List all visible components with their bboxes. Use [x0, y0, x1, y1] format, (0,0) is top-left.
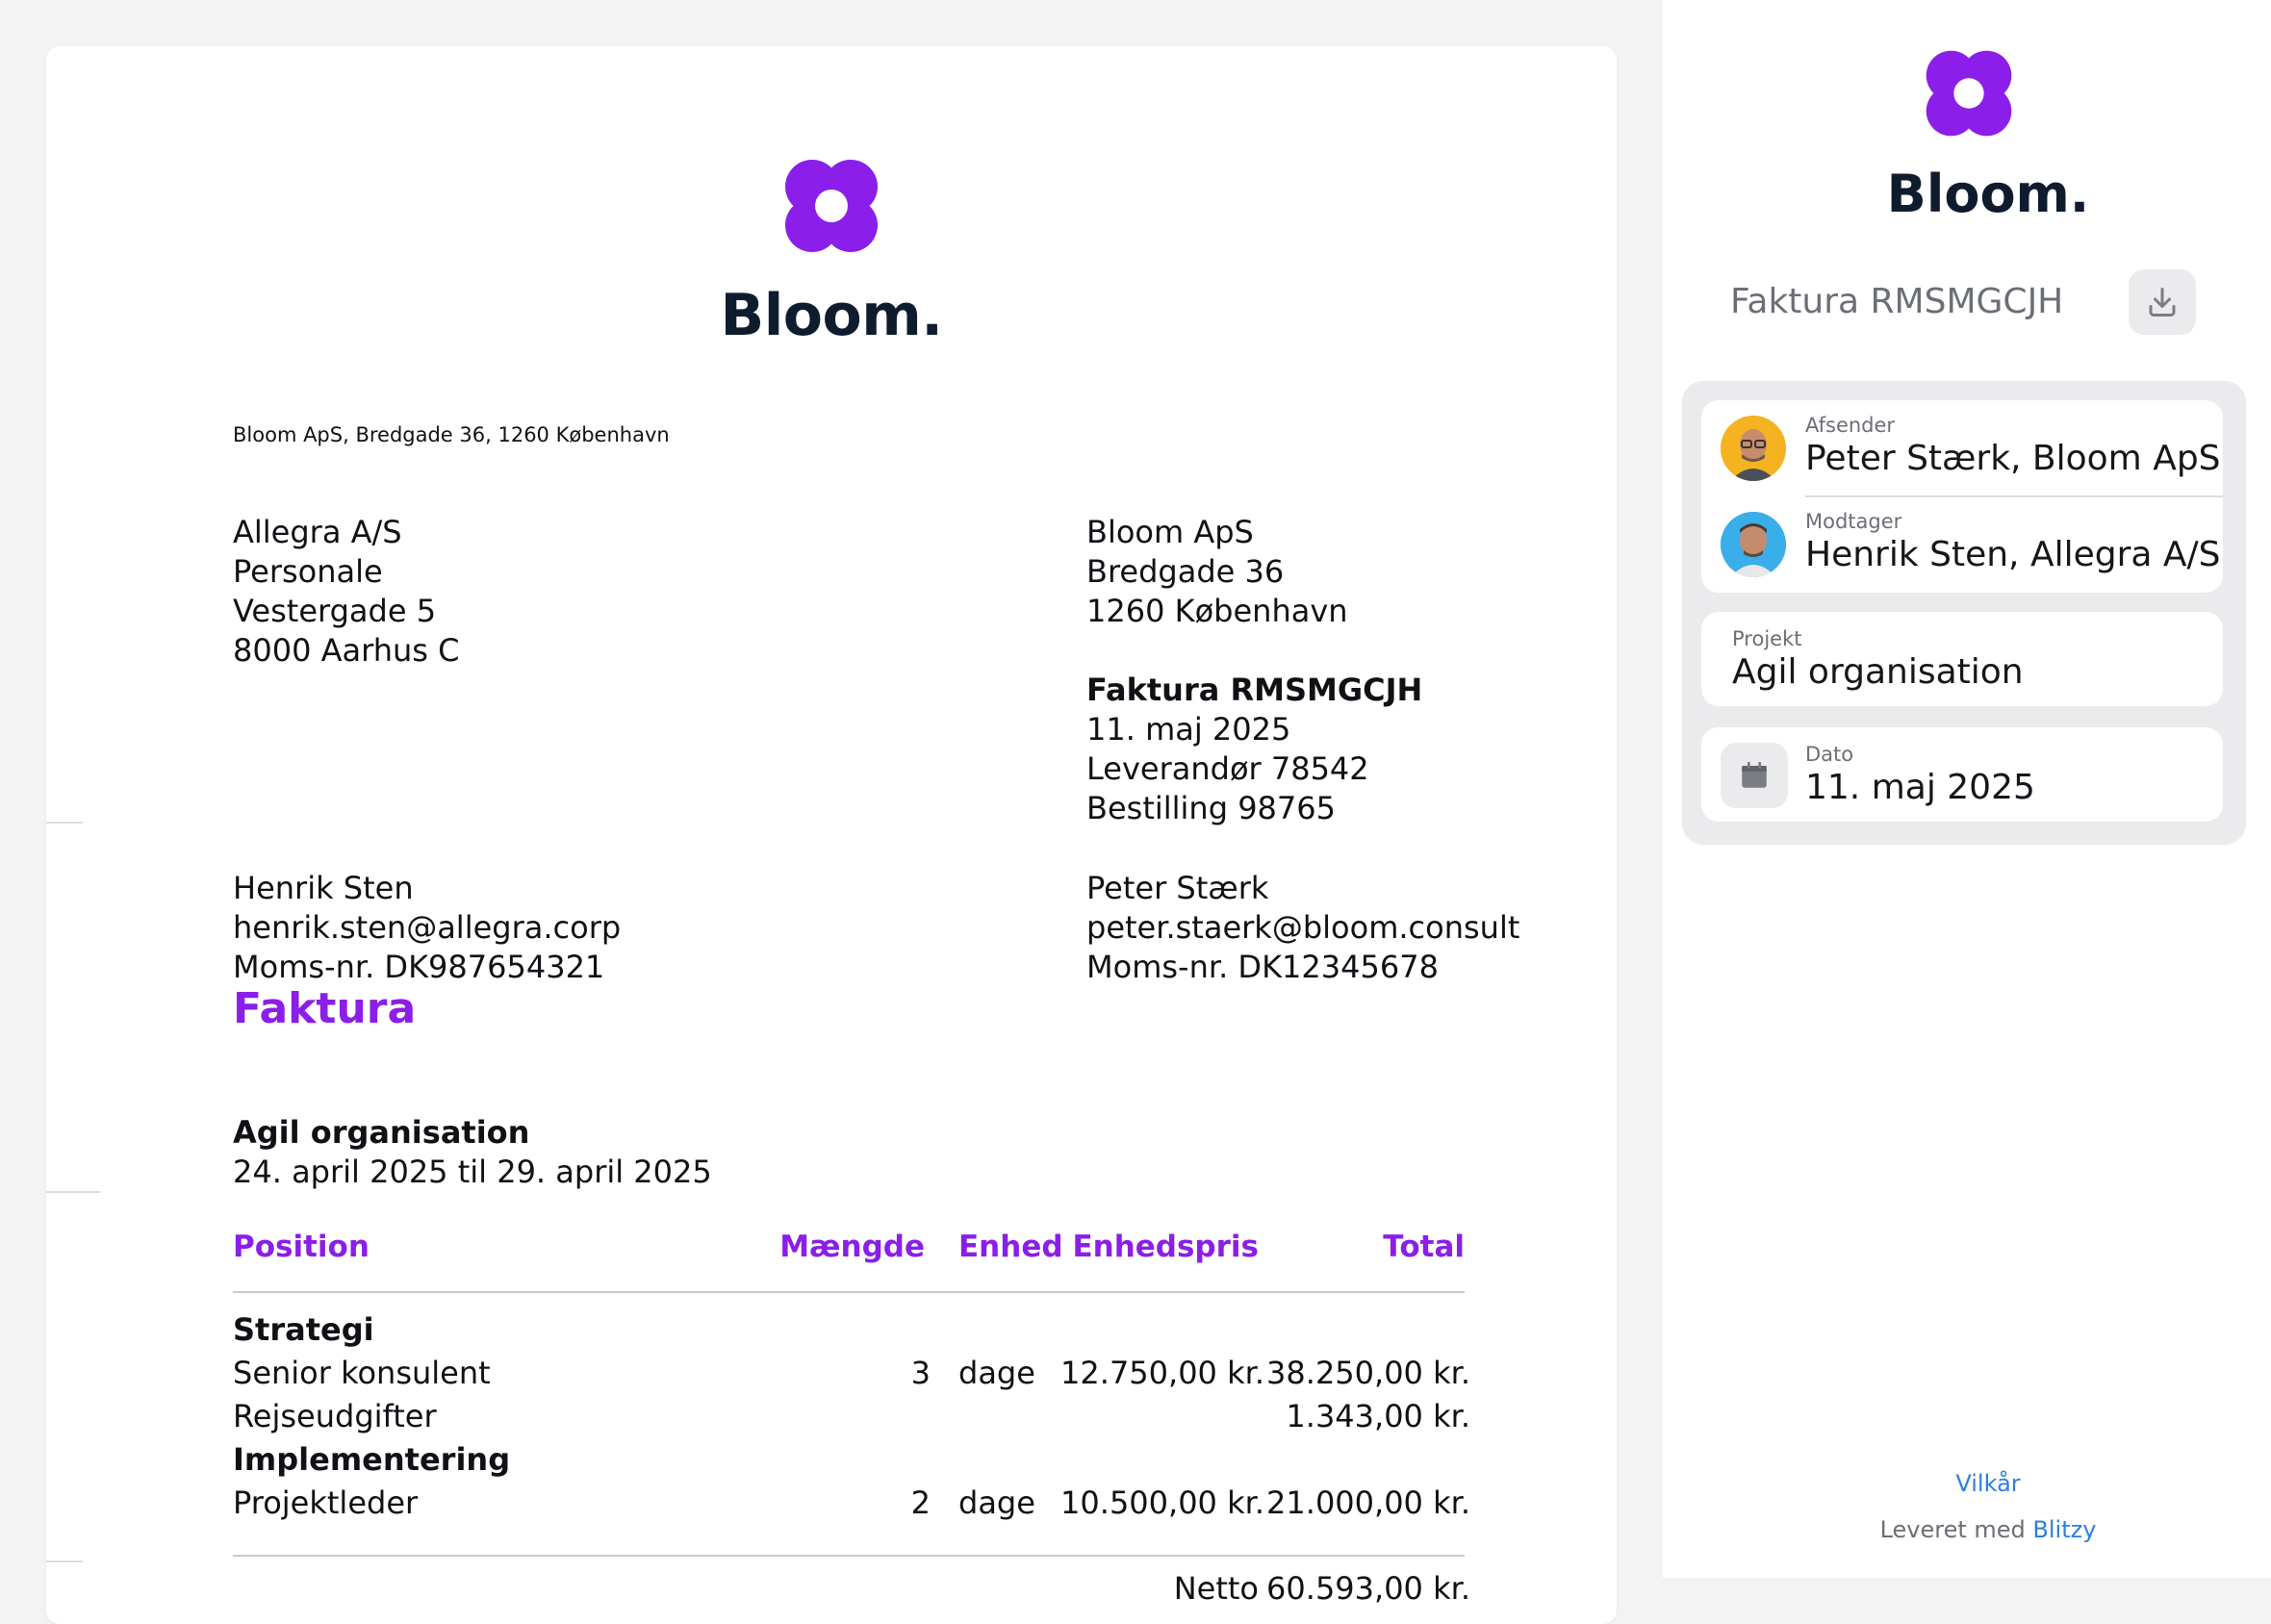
- recipient-avatar: [1721, 512, 1786, 577]
- recipient-vat-number: Moms-nr. DK987654321: [233, 949, 605, 985]
- parties-card: Afsender Peter Stærk, Bloom ApS Modtager…: [1701, 400, 2223, 593]
- column-header-unit: Enhed: [958, 1230, 1063, 1264]
- sender-return-address: Bloom ApS, Bredgade 36, 1260 København: [233, 423, 670, 446]
- sender-avatar: [1721, 416, 1786, 481]
- bloom-logo: [1923, 47, 2015, 143]
- sender-address-line: Bredgade 36: [1086, 553, 1285, 590]
- sender-value: Peter Stærk, Bloom ApS: [1805, 439, 2221, 478]
- row-unit-price: 10.500,00 kr.: [1060, 1484, 1264, 1521]
- person-avatar-icon: [1721, 512, 1786, 577]
- table-group-label: Strategi: [233, 1311, 374, 1348]
- row-unit: dage: [958, 1484, 1035, 1521]
- bloom-logo: [46, 156, 1617, 260]
- row-position: Projektleder: [233, 1484, 419, 1521]
- supplier-number: Leverandør 78542: [1086, 750, 1369, 787]
- invoice-document: Bloom. Bloom ApS, Bredgade 36, 1260 Købe…: [46, 46, 1617, 1624]
- invoice-details-panel: Afsender Peter Stærk, Bloom ApS Modtager…: [1682, 381, 2246, 845]
- sender-vat-number: Moms-nr. DK12345678: [1086, 949, 1439, 985]
- brand-name: Bloom.: [720, 282, 943, 349]
- person-avatar-icon: [1721, 416, 1786, 481]
- sender-label: Afsender: [1805, 414, 1896, 437]
- row-unit-price: 12.750,00 kr.: [1060, 1355, 1264, 1391]
- fold-mark: [46, 1561, 83, 1562]
- calendar-icon-box: [1721, 743, 1788, 808]
- invoice-sidebar: Bloom. Faktura RMSMGCJH Afsender Peter S…: [1663, 0, 2271, 1578]
- fold-mark: [46, 1191, 100, 1193]
- project-card: Projekt Agil organisation: [1701, 612, 2223, 706]
- invoice-date: 11. maj 2025: [1086, 711, 1291, 748]
- card-divider: [1805, 495, 2223, 497]
- project-name: Agil organisation: [233, 1114, 530, 1151]
- row-quantity: 2: [910, 1484, 931, 1521]
- project-value: Agil organisation: [1732, 652, 2024, 692]
- fold-mark: [46, 822, 83, 824]
- flower-logo-icon: [1926, 50, 2012, 137]
- row-total: 21.000,00 kr.: [1266, 1484, 1470, 1521]
- recipient-address-line: Vestergade 5: [233, 593, 437, 629]
- table-group-label: Implementering: [233, 1441, 511, 1478]
- terms-link[interactable]: Vilkår: [1663, 1470, 2271, 1497]
- net-value: 60.593,00 kr.: [1266, 1570, 1470, 1607]
- table-divider: [233, 1555, 1465, 1557]
- sidebar-brand-name: Bloom.: [1886, 164, 2090, 224]
- download-button[interactable]: [2129, 269, 2196, 335]
- sender-contact-name: Peter Stærk: [1086, 870, 1269, 906]
- blitzy-link[interactable]: Blitzy: [2032, 1516, 2096, 1543]
- date-label: Dato: [1805, 743, 1854, 766]
- recipient-address-line: 8000 Aarhus C: [233, 632, 460, 669]
- sender-contact-email: peter.staerk@bloom.consult: [1086, 909, 1520, 946]
- recipient-contact-email: henrik.sten@allegra.corp: [233, 909, 622, 946]
- invoice-number: Faktura RMSMGCJH: [1086, 672, 1423, 708]
- column-header-quantity: Mængde: [779, 1230, 925, 1264]
- row-position: Senior konsulent: [233, 1355, 491, 1391]
- date-value: 11. maj 2025: [1805, 768, 2035, 807]
- sidebar-invoice-title: Faktura RMSMGCJH: [1730, 282, 2064, 321]
- invoice-period: 24. april 2025 til 29. april 2025: [233, 1154, 712, 1190]
- date-card: Dato 11. maj 2025: [1701, 727, 2223, 822]
- sender-address-line: 1260 København: [1086, 593, 1348, 629]
- recipient-contact-name: Henrik Sten: [233, 870, 414, 906]
- column-header-position: Position: [233, 1230, 370, 1264]
- delivered-by-note: Leveret med Blitzy: [1663, 1516, 2271, 1543]
- row-quantity: 3: [910, 1355, 931, 1391]
- recipient-label: Modtager: [1805, 510, 1902, 533]
- column-header-total: Total: [1383, 1230, 1465, 1264]
- row-unit: dage: [958, 1355, 1035, 1391]
- recipient-value: Henrik Sten, Allegra A/S: [1805, 535, 2221, 574]
- table-divider: [233, 1291, 1465, 1293]
- column-header-unit-price: Enhedspris: [1072, 1230, 1259, 1264]
- download-icon: [2149, 288, 2176, 317]
- recipient-address-line: Allegra A/S: [233, 514, 402, 550]
- invoice-heading: Faktura: [233, 984, 417, 1033]
- flower-logo-icon: [785, 160, 878, 252]
- row-total: 38.250,00 kr.: [1266, 1355, 1470, 1391]
- delivered-by-text: Leveret med: [1879, 1516, 2026, 1543]
- order-number: Bestilling 98765: [1086, 790, 1336, 826]
- project-label: Projekt: [1732, 627, 1802, 650]
- row-position: Rejseudgifter: [233, 1398, 437, 1434]
- recipient-address-line: Personale: [233, 553, 383, 590]
- row-total: 1.343,00 kr.: [1286, 1398, 1470, 1434]
- net-label: Netto: [1173, 1570, 1259, 1607]
- calendar-icon: [1742, 761, 1767, 788]
- sender-address-line: Bloom ApS: [1086, 514, 1254, 550]
